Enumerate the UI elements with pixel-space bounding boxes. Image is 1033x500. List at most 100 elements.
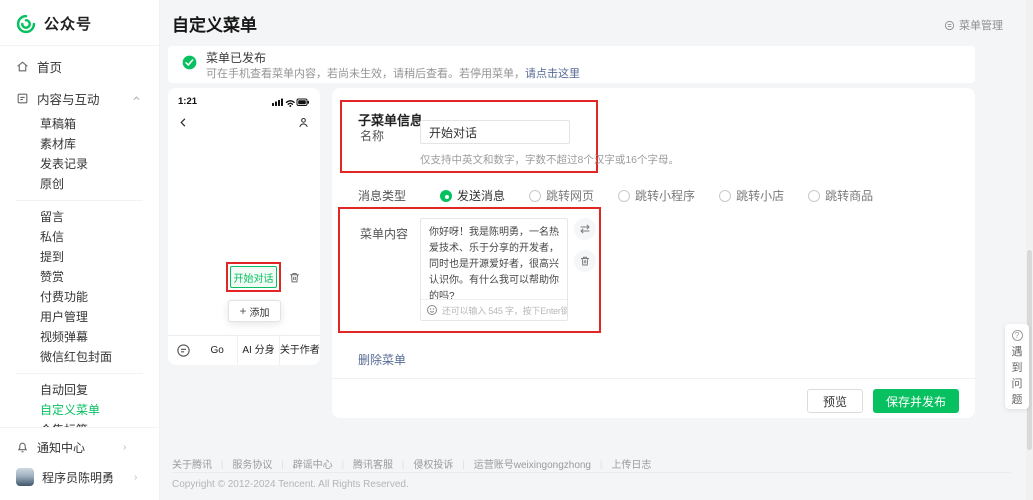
publish-status-banner: 菜单已发布 可在手机查看菜单内容，若尚未生效，请稍后查看。若停用菜单，请点击这里 [168,46,975,83]
phone-preview-card: 1:21 [168,88,320,365]
content-footer: 还可以输入 545 字，按下Enter键换行 [421,299,567,320]
menu-content-textarea[interactable]: 你好呀！我是陈明勇，一名热爱技术、乐于分享的开发者，同时也是开源爱好者，很高兴认… [421,219,567,299]
radio-jump-store[interactable]: 跳转小店 [719,187,784,204]
page-title: 自定义菜单 [172,11,257,36]
plus-icon: + [239,305,246,317]
radio-send-message[interactable]: 发送消息 [440,187,505,204]
radio-icon [719,190,731,202]
sidebar-item-auto-reply[interactable]: 自动回复 [0,380,159,400]
save-publish-button[interactable]: 保存并发布 [873,389,959,413]
help-label: 遇到问题 [1011,345,1023,409]
remaining-chars-hint: 还可以输入 545 字，按下Enter键换行 [442,304,567,317]
question-icon: ? [1012,330,1023,341]
menu-manage-button[interactable]: 菜单管理 [944,17,1003,33]
annotation-box-submenu-info: 子菜单信息 名称 仅支持中英文和数字，字数不超过8个汉字或16个字母。 [340,100,598,173]
footer-link[interactable]: 侵权投诉 [413,456,453,471]
wechat-mp-logo-icon [16,14,36,34]
phone-add-menu-button[interactable]: + 添加 [228,300,281,322]
footer-link[interactable]: 运营账号weixingongzhong [474,456,591,471]
swap-order-button[interactable]: ⇄ [574,218,596,240]
account-name: 程序员陈明勇 [42,469,114,486]
sidebar-item-publish-records[interactable]: 发表记录 [0,154,159,174]
avatar [16,468,34,486]
phone-time: 1:21 [178,96,197,107]
scrollbar-track[interactable] [1026,0,1033,500]
separator: | [342,459,344,469]
footer-link[interactable]: 腾讯客服 [353,456,393,471]
phone-status-icons [272,97,310,107]
delete-content-button[interactable] [574,250,596,272]
name-hint: 仅支持中英文和数字，字数不超过8个汉字或16个字母。 [420,152,679,167]
banner-click-here-link[interactable]: 请点击这里 [525,68,580,80]
sidebar-item-mentions[interactable]: 提到 [0,247,159,267]
message-type-label: 消息类型 [358,187,406,204]
footer-link[interactable]: 服务协议 [232,456,272,471]
radio-jump-product[interactable]: 跳转商品 [808,187,873,204]
sidebar-item-video-danmu[interactable]: 视频弹幕 [0,327,159,347]
menu-content-label: 菜单内容 [360,225,408,242]
radio-jump-webpage[interactable]: 跳转网页 [529,187,594,204]
radio-label: 跳转小店 [736,187,784,204]
sidebar-item-redpacket-cover[interactable]: 微信红包封面 [0,347,159,367]
divider [332,378,975,379]
content-section-icon [16,92,29,105]
dock-item-ai[interactable]: AI 分身 [237,336,278,365]
name-label: 名称 [360,127,384,144]
back-chevron-icon[interactable] [178,117,189,128]
menu-content-box: 你好呀！我是陈明勇，一名热爱技术、乐于分享的开发者，同时也是开源爱好者，很高兴认… [420,218,568,321]
preview-button[interactable]: 预览 [807,389,863,413]
radio-label: 跳转小程序 [635,187,695,204]
sidebar-item-private-messages[interactable]: 私信 [0,227,159,247]
app-root: 公众号 首页 内容与互动 草稿箱 素材库 发表记录 原创 留言 私信 [0,0,1033,500]
dock-item-go[interactable]: Go [197,336,237,365]
separator: | [281,459,283,469]
sidebar-section-content[interactable]: 内容与互动 [0,82,159,114]
home-icon [16,60,29,73]
menu-name-input[interactable] [420,120,570,144]
sidebar-sub-list: 草稿箱 素材库 发表记录 原创 留言 私信 提到 赞赏 付费功能 用户管理 视频… [0,114,159,446]
brand-logo[interactable]: 公众号 [0,0,159,46]
phone-menu-button[interactable]: 开始对话 [230,266,277,288]
footer-link[interactable]: 关于腾讯 [172,456,212,471]
help-float-button[interactable]: ? 遇到问题 [1005,324,1029,409]
menu-manage-label: 菜单管理 [959,17,1003,33]
swap-icon: ⇄ [580,223,590,235]
sidebar: 公众号 首页 内容与互动 草稿箱 素材库 发表记录 原创 留言 私信 [0,0,160,500]
sidebar-item-paid-features[interactable]: 付费功能 [0,287,159,307]
radio-label: 跳转商品 [825,187,873,204]
banner-title: 菜单已发布 [206,51,580,67]
separator: | [462,459,464,469]
sidebar-item-comments[interactable]: 留言 [0,207,159,227]
footer-link[interactable]: 上传日志 [611,456,651,471]
delete-menu-item-icon[interactable] [288,271,301,284]
delete-menu-link[interactable]: 删除菜单 [358,351,406,368]
radio-jump-miniprogram[interactable]: 跳转小程序 [618,187,695,204]
radio-icon [618,190,630,202]
person-icon[interactable] [297,116,310,129]
chevron-right-icon: › [134,472,137,483]
sidebar-item-media-library[interactable]: 素材库 [0,134,159,154]
menu-manage-icon [944,20,955,31]
separator: | [402,459,404,469]
sidebar-item-original[interactable]: 原创 [0,174,159,194]
annotation-box-menu-content: 菜单内容 你好呀！我是陈明勇，一名热爱技术、乐于分享的开发者，同时也是开源爱好者… [338,207,601,333]
annotation-box-menu-button: 开始对话 [226,262,281,292]
sidebar-item-drafts[interactable]: 草稿箱 [0,114,159,134]
submenu-editor-card: 子菜单信息 名称 仅支持中英文和数字，字数不超过8个汉字或16个字母。 消息类型… [332,88,975,418]
sidebar-item-user-management[interactable]: 用户管理 [0,307,159,327]
radio-selected-icon [440,190,452,202]
emoji-icon[interactable] [426,304,438,316]
sidebar-item-home[interactable]: 首页 [0,50,159,82]
dock-item-about[interactable]: 关于作者 [279,336,320,365]
sidebar-item-rewards[interactable]: 赞赏 [0,267,159,287]
footer-links: 关于腾讯| 服务协议| 辟谣中心| 腾讯客服| 侵权投诉| 运营账号weixin… [172,456,651,471]
radio-icon [529,190,541,202]
account-row[interactable]: 程序员陈明勇 › [0,462,159,492]
chevron-right-icon: › [123,442,126,453]
sidebar-item-notifications[interactable]: 通知中心 › [0,432,159,462]
sidebar-item-label: 首页 [37,57,62,76]
sidebar-item-custom-menu[interactable]: 自定义菜单 [0,400,159,420]
keyboard-icon[interactable] [176,343,191,358]
footer-link[interactable]: 辟谣中心 [293,456,333,471]
brand-name: 公众号 [44,13,92,34]
